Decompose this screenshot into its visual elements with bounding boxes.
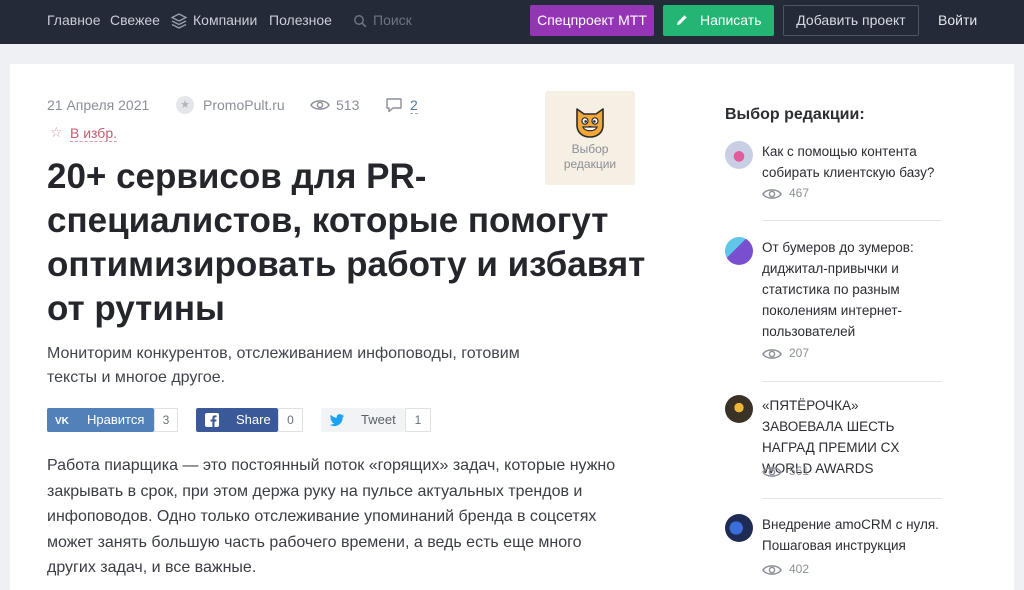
- vk-like-button[interactable]: VK Нравится: [47, 408, 154, 432]
- sidebar-item-title[interactable]: Как с помощью контента собирать клиентск…: [762, 141, 942, 183]
- comment-icon: [386, 98, 402, 113]
- eye-icon: [762, 349, 782, 359]
- eye-icon: [762, 565, 782, 575]
- eye-icon: [762, 189, 782, 199]
- vk-icon: VK: [55, 416, 70, 427]
- sidebar-item-avatar: [725, 237, 753, 265]
- svg-text:VK: VK: [55, 416, 70, 427]
- article-body-text: Работа пиарщика — это постоянный поток «…: [47, 457, 616, 576]
- add-to-favorites-link[interactable]: В избр.: [70, 125, 118, 142]
- source-logo-icon: ★: [176, 96, 194, 114]
- top-navigation-bar: Главное Свежее Компании Полезное Поиск С…: [0, 0, 1024, 44]
- search-icon[interactable]: [353, 14, 367, 28]
- pencil-icon: [677, 15, 687, 25]
- cat-mascot-icon: [576, 108, 604, 138]
- nav-link-main[interactable]: Главное: [47, 12, 101, 28]
- sidebar-item-views: 561: [789, 464, 810, 478]
- sidebar-item-views: 467: [789, 186, 810, 200]
- eye-icon: [762, 467, 782, 477]
- facebook-share-label: Share: [236, 412, 271, 427]
- sidebar-item-avatar: [725, 395, 753, 423]
- sidebar-divider: [762, 220, 942, 221]
- facebook-share-button[interactable]: Share: [196, 408, 278, 432]
- login-link[interactable]: Войти: [938, 12, 977, 28]
- twitter-tweet-button[interactable]: Tweet: [321, 408, 405, 432]
- facebook-icon: [205, 413, 219, 427]
- sidebar-divider: [762, 381, 942, 382]
- article-comments-link[interactable]: 2: [410, 97, 418, 114]
- sidebar-item-title[interactable]: Внедрение amoCRM с нуля. Пошаговая инстр…: [762, 514, 942, 556]
- facebook-share-count: 0: [278, 408, 303, 432]
- add-project-button[interactable]: Добавить проект: [783, 5, 919, 36]
- vk-like-label: Нравится: [87, 412, 145, 427]
- sidebar-item-views: 402: [789, 562, 810, 576]
- sidebar-item-avatar: [725, 141, 753, 169]
- article-source-link[interactable]: PromoPult.ru: [203, 97, 285, 113]
- search-input[interactable]: Поиск: [373, 12, 412, 28]
- layers-icon: [170, 13, 188, 29]
- article-subtitle: Мониторим конкурентов, отслеживанием инф…: [47, 345, 520, 386]
- nav-link-useful[interactable]: Полезное: [269, 12, 332, 28]
- nav-link-fresh[interactable]: Свежее: [110, 12, 160, 28]
- vk-like-count: 3: [154, 408, 178, 432]
- sidebar-item-views: 207: [789, 346, 810, 360]
- article-views: 513: [336, 97, 360, 113]
- sidebar-divider: [762, 498, 942, 499]
- sidebar-title: Выбор редакции:: [725, 106, 865, 123]
- write-button-label: Написать: [700, 12, 762, 28]
- article-date: 21 Апреля 2021: [47, 97, 150, 113]
- twitter-icon: [329, 414, 344, 427]
- write-button[interactable]: Написать: [663, 5, 774, 36]
- sidebar-item-title[interactable]: От бумеров до зумеров: диджитал-привычки…: [762, 237, 942, 342]
- nav-link-companies[interactable]: Компании: [193, 12, 257, 28]
- star-icon[interactable]: ☆: [50, 124, 63, 141]
- eye-icon: [310, 100, 330, 110]
- special-project-button[interactable]: Спецпроект МТТ: [530, 5, 654, 36]
- sidebar-item-avatar: [725, 514, 753, 542]
- twitter-tweet-label: Tweet: [361, 412, 396, 427]
- article-title: 20+ сервисов для PR-специалистов, которы…: [47, 157, 646, 328]
- twitter-tweet-count: 1: [405, 408, 431, 432]
